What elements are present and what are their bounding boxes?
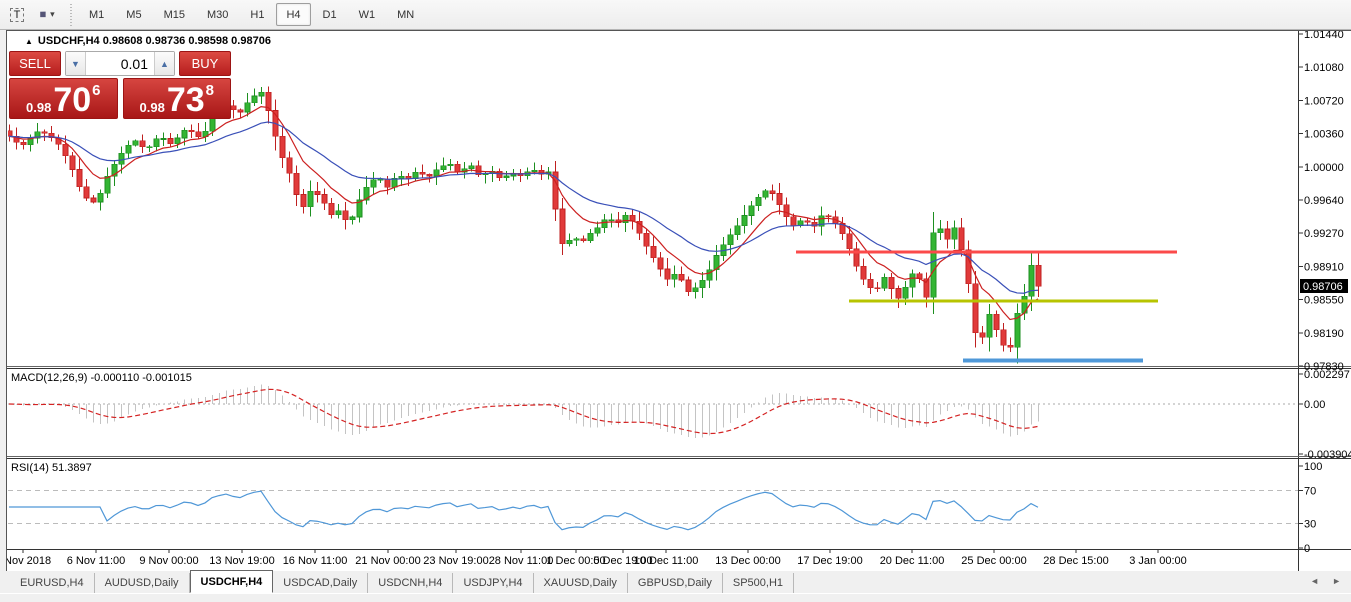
svg-text:-0.003904: -0.003904 [1304,449,1351,461]
tab-USDCNH-H4[interactable]: USDCNH,H4 [368,573,453,593]
tab-XAUUSD-Daily[interactable]: XAUUSD,Daily [534,573,628,593]
svg-text:28 Dec 15:00: 28 Dec 15:00 [1043,555,1108,567]
sell-price-main: 70 [53,87,91,115]
svg-text:100: 100 [1304,461,1322,473]
buy-button[interactable]: BUY [179,51,231,76]
timeframe-M15[interactable]: M15 [154,3,195,26]
svg-text:0.99270: 0.99270 [1304,228,1344,240]
svg-text:0.99640: 0.99640 [1304,195,1344,207]
tab-USDJPY-H4[interactable]: USDJPY,H4 [453,573,533,593]
svg-text:0: 0 [1304,543,1310,555]
volume-input[interactable]: 0.01 [86,52,154,75]
svg-text:13 Nov 19:00: 13 Nov 19:00 [209,555,274,567]
svg-text:0.00: 0.00 [1304,399,1325,411]
svg-text:0.98706: 0.98706 [1303,281,1343,293]
timeframe-M5[interactable]: M5 [116,3,151,26]
timeframe-MN[interactable]: MN [387,3,424,26]
symbol-period: USDCHF,H4 [38,35,100,47]
chart-tab-bar: EURUSD,H4AUDUSD,DailyUSDCHF,H4USDCAD,Dai… [0,571,1351,593]
svg-text:70: 70 [1304,486,1316,498]
buy-price-prefix: 0.98 [140,101,165,115]
status-bar [0,593,1351,602]
svg-text:0.98190: 0.98190 [1304,328,1344,340]
svg-text:21 Nov 00:00: 21 Nov 00:00 [355,555,420,567]
tab-AUDUSD-Daily[interactable]: AUDUSD,Daily [95,573,190,593]
svg-text:9 Nov 00:00: 9 Nov 00:00 [139,555,198,567]
text-tool-button[interactable]: T [4,3,30,27]
tab-USDCHF-H4[interactable]: USDCHF,H4 [190,570,274,593]
volume-decrease-icon[interactable]: ▼ [66,52,86,75]
arrows-tool-icon: ◆ [37,8,50,21]
svg-text:0.98550: 0.98550 [1304,295,1344,307]
sell-price-tile[interactable]: 0.98 70 6 [9,78,118,119]
tab-scroll-right-icon[interactable]: ► [1332,576,1341,586]
volume-stepper: ▼ 0.01 ▲ [65,51,175,76]
timeframe-W1[interactable]: W1 [349,3,386,26]
rsi-indicator-label: RSI(14) 51.3897 [11,462,92,474]
timeframe-D1[interactable]: D1 [313,3,347,26]
tab-USDCAD-Daily[interactable]: USDCAD,Daily [273,573,368,593]
svg-text:10 Dec 11:00: 10 Dec 11:00 [634,555,699,567]
svg-text:30: 30 [1304,518,1316,530]
trading-terminal: T ◆ ▾ M1M5M15M30H1H4D1W1MN ▲ USDCHF,H4 0.… [0,0,1351,602]
tab-GBPUSD-Daily[interactable]: GBPUSD,Daily [628,573,723,593]
timeframe-M30[interactable]: M30 [197,3,238,26]
svg-text:13 Dec 00:00: 13 Dec 00:00 [715,555,780,567]
chart-window: ▲ USDCHF,H4 0.98608 0.98736 0.98598 0.987… [6,30,1351,573]
tab-SP500-H1[interactable]: SP500,H1 [723,573,794,593]
svg-text:0.002297: 0.002297 [1304,369,1350,381]
svg-text:1.01080: 1.01080 [1304,62,1344,74]
chevron-down-icon: ▾ [50,9,55,20]
svg-text:25 Dec 00:00: 25 Dec 00:00 [961,555,1026,567]
macd-indicator-label: MACD(12,26,9) -0.000110 -0.001015 [11,372,192,384]
chart-title: ▲ USDCHF,H4 0.98608 0.98736 0.98598 0.987… [25,35,271,47]
ohlc-values: 0.98608 0.98736 0.98598 0.98706 [103,35,271,47]
current-price-badge: 0.98706 [1300,279,1348,293]
svg-text:28 Nov 11:00: 28 Nov 11:00 [489,555,554,567]
timeframe-M1[interactable]: M1 [79,3,114,26]
svg-text:17 Dec 19:00: 17 Dec 19:00 [797,555,862,567]
timeframe-bar: M1M5M15M30H1H4D1W1MN [78,3,425,26]
tab-EURUSD-H4[interactable]: EURUSD,H4 [10,573,95,593]
buy-price-tile[interactable]: 0.98 73 8 [123,78,232,119]
one-click-trading-panel: SELL ▼ 0.01 ▲ BUY 0.98 70 6 0.98 73 8 [9,51,231,120]
panel-collapse-icon[interactable]: ▲ [25,37,33,46]
sell-price-prefix: 0.98 [26,101,51,115]
toolbar-separator [70,4,72,26]
timeframe-H1[interactable]: H1 [240,3,274,26]
volume-increase-icon[interactable]: ▲ [154,52,174,75]
svg-text:1 Nov 2018: 1 Nov 2018 [7,555,51,567]
svg-text:1.00000: 1.00000 [1304,162,1344,174]
svg-text:6 Nov 11:00: 6 Nov 11:00 [67,555,126,567]
arrows-tool-button[interactable]: ◆ ▾ [34,3,60,27]
buy-price-pip: 8 [206,82,214,99]
svg-text:0.98910: 0.98910 [1304,261,1344,273]
sell-price-pip: 6 [92,82,100,99]
svg-text:1.00360: 1.00360 [1304,129,1344,141]
svg-text:16 Nov 11:00: 16 Nov 11:00 [283,555,348,567]
toolbar: T ◆ ▾ M1M5M15M30H1H4D1W1MN [0,0,1351,30]
svg-text:20 Dec 11:00: 20 Dec 11:00 [880,555,945,567]
svg-text:3 Jan 00:00: 3 Jan 00:00 [1129,555,1187,567]
buy-price-main: 73 [167,87,205,115]
svg-text:23 Nov 19:00: 23 Nov 19:00 [423,555,488,567]
tab-scroll-left-icon[interactable]: ◄ [1310,576,1319,586]
svg-text:1.00720: 1.00720 [1304,95,1344,107]
sell-button[interactable]: SELL [9,51,61,76]
text-tool-icon: T [10,8,25,22]
timeframe-H4[interactable]: H4 [276,3,310,26]
svg-text:1.01440: 1.01440 [1304,31,1344,41]
